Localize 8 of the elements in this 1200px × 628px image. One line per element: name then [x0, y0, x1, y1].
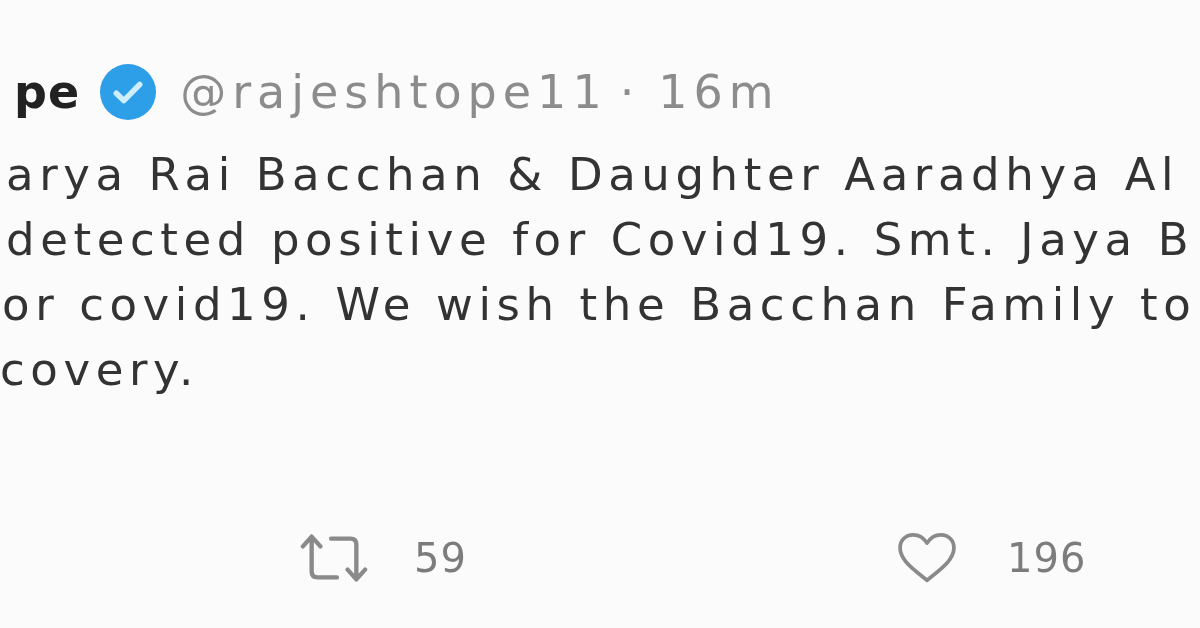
tweet-time[interactable]: 16m — [658, 65, 780, 119]
author-name[interactable]: pe — [14, 65, 81, 119]
tweet-text: arya Rai Bacchan & Daughter Aaradhya Al detected positive for Covid19. Smt. Jaya B or covid19. We wish the Bacchan Family to covery. — [0, 147, 1197, 398]
user-handle[interactable]: @rajeshtope11 — [180, 65, 608, 119]
separator-dot: · — [619, 65, 641, 119]
action-count: 59 — [414, 535, 467, 581]
action-count: 196 — [1007, 535, 1087, 581]
retweet-icon[interactable] — [300, 532, 368, 584]
